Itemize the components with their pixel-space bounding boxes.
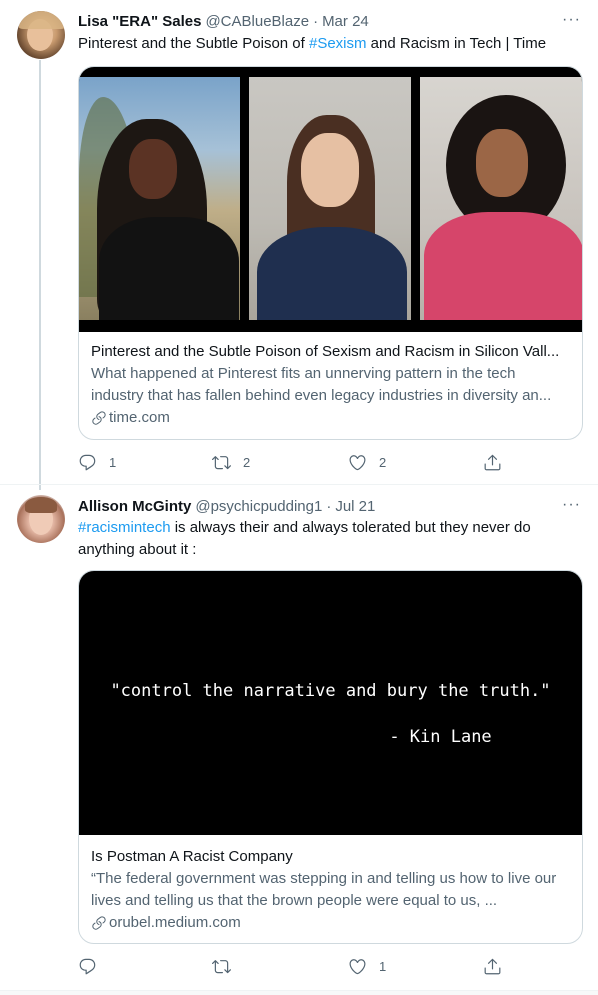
card-title: Is Postman A Racist Company: [91, 848, 293, 865]
tweet[interactable]: Allison McGinty @psychicpudding1 · Jul 2…: [0, 485, 598, 990]
card-body: Pinterest and the Subtle Poison of Sexis…: [91, 341, 570, 429]
retweet-button[interactable]: [212, 954, 243, 978]
tweet-date[interactable]: Jul 21: [335, 498, 375, 515]
reply-button[interactable]: [78, 954, 109, 978]
link-icon: [92, 411, 106, 425]
card-photo-left: [79, 77, 240, 320]
tweet-text: Pinterest and the Subtle Poison of #Sexi…: [78, 33, 578, 55]
tweet[interactable]: Lisa "ERA" Sales @CABlueBlaze · Mar 24 ·…: [0, 0, 598, 485]
reply-icon: [79, 958, 96, 974]
tweet-text-after: and Racism in Tech | Time: [366, 35, 547, 52]
heart-icon: [349, 454, 366, 470]
card-quote-text: "control the narrative and bury the trut…: [110, 681, 551, 701]
tweet-header: Allison McGinty @psychicpudding1 · Jul 2…: [78, 496, 375, 516]
reply-icon: [79, 454, 96, 470]
card-photo-center: [249, 77, 411, 320]
tweet-text-before: Pinterest and the Subtle Poison of: [78, 35, 309, 52]
separator-dot: ·: [326, 497, 332, 515]
like-count: 2: [379, 454, 387, 470]
card-domain: orubel.medium.com: [91, 912, 570, 934]
author-handle[interactable]: @CABlueBlaze: [205, 13, 309, 30]
like-button[interactable]: 2: [348, 450, 386, 474]
card-domain-text[interactable]: orubel.medium.com: [109, 912, 241, 934]
feed-bottom-divider: [0, 990, 598, 995]
tweet-actions: 1 2 2: [78, 450, 508, 474]
like-count: 1: [379, 958, 387, 974]
share-icon: [484, 454, 501, 470]
link-card[interactable]: Pinterest and the Subtle Poison of Sexis…: [78, 66, 583, 440]
like-button[interactable]: 1: [348, 954, 386, 978]
author-name[interactable]: Lisa "ERA" Sales: [78, 13, 201, 30]
card-photo-right: [420, 77, 582, 320]
card-title: Pinterest and the Subtle Poison of Sexis…: [91, 343, 560, 360]
avatar[interactable]: [17, 495, 65, 543]
avatar[interactable]: [17, 11, 65, 59]
card-quote-author: - Kin Lane: [389, 727, 492, 747]
card-description: What happened at Pinterest fits an unner…: [91, 365, 552, 404]
card-body: Is Postman A Racist Company “The federal…: [91, 846, 570, 934]
hashtag-link[interactable]: #racismintech: [78, 519, 171, 536]
reply-button[interactable]: 1: [78, 450, 116, 474]
tweet-date[interactable]: Mar 24: [322, 13, 369, 30]
retweet-count: 2: [243, 454, 251, 470]
card-image[interactable]: "control the narrative and bury the trut…: [79, 571, 582, 835]
link-icon: [92, 916, 106, 930]
share-icon: [484, 958, 501, 974]
retweet-button[interactable]: 2: [212, 450, 250, 474]
link-card[interactable]: "control the narrative and bury the trut…: [78, 570, 583, 944]
hashtag-link[interactable]: #Sexism: [309, 35, 367, 52]
card-domain: time.com: [91, 407, 570, 429]
author-handle[interactable]: @psychicpudding1: [195, 498, 322, 515]
share-button[interactable]: [483, 954, 502, 978]
more-icon[interactable]: ···: [562, 12, 581, 28]
heart-icon: [349, 958, 366, 974]
tweet-text: #racismintech is always their and always…: [78, 517, 578, 561]
author-name[interactable]: Allison McGinty: [78, 498, 191, 515]
retweet-icon: [212, 455, 231, 469]
reply-count: 1: [109, 454, 117, 470]
more-icon[interactable]: ···: [562, 497, 581, 513]
tweet-actions: 1: [78, 954, 508, 978]
card-image[interactable]: [79, 67, 582, 332]
retweet-icon: [212, 959, 231, 973]
card-description: “The federal government was stepping in …: [91, 870, 557, 909]
separator-dot: ·: [313, 12, 319, 30]
card-domain-text[interactable]: time.com: [109, 407, 170, 429]
share-button[interactable]: [483, 450, 502, 474]
tweet-header: Lisa "ERA" Sales @CABlueBlaze · Mar 24: [78, 11, 369, 31]
